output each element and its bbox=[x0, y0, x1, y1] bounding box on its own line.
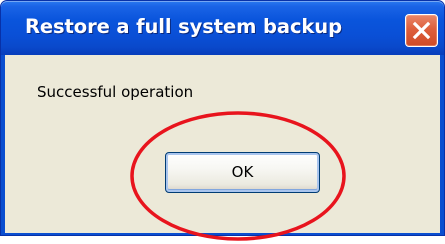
screenshot: Restore a full system backup Successful … bbox=[0, 0, 445, 244]
ok-button[interactable]: OK bbox=[165, 152, 320, 193]
dialog-title: Restore a full system backup bbox=[25, 15, 342, 38]
close-icon bbox=[412, 21, 431, 40]
close-button[interactable] bbox=[405, 14, 438, 47]
status-message: Successful operation bbox=[37, 83, 194, 101]
title-bar: Restore a full system backup bbox=[1, 1, 444, 55]
ok-button-label: OK bbox=[231, 163, 254, 181]
dialog-body: Successful operation OK bbox=[5, 55, 440, 233]
dialog-window: Restore a full system backup Successful … bbox=[0, 0, 445, 236]
